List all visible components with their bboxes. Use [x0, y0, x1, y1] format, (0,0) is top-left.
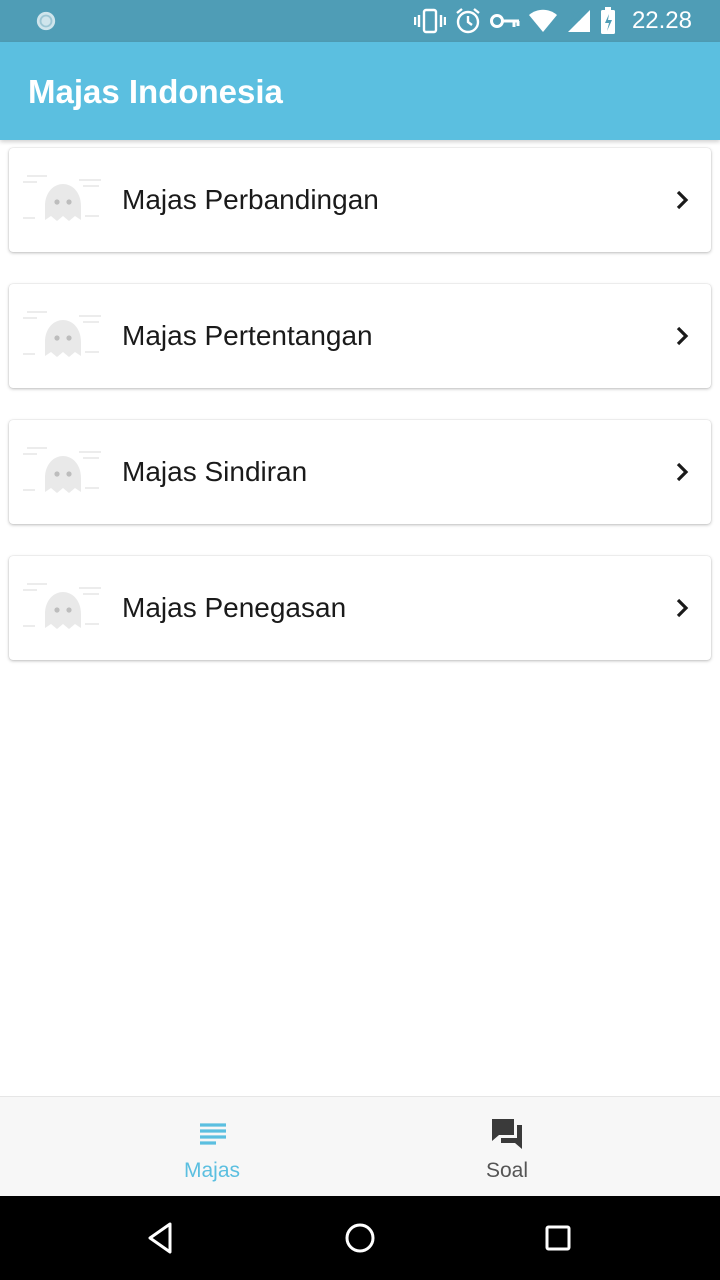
tab-soal[interactable]: Soal [407, 1097, 607, 1197]
bottom-navigation: Majas Soal [0, 1096, 720, 1196]
status-time: 22.28 [631, 7, 692, 34]
tab-majas[interactable]: Majas [112, 1097, 312, 1197]
home-icon[interactable] [340, 1218, 380, 1258]
system-navigation-bar [0, 1196, 720, 1280]
chevron-right-icon [676, 326, 689, 346]
list-item-pertentangan[interactable]: Majas Pertentangan [9, 284, 711, 388]
list-item-perbandingan[interactable]: Majas Perbandingan [9, 148, 711, 252]
list-item-label: Majas Penegasan [122, 592, 347, 623]
recents-icon[interactable] [538, 1218, 578, 1258]
battery-icon [600, 7, 616, 35]
list-item-label: Majas Pertentangan [122, 320, 373, 351]
ghost-icon [23, 311, 101, 357]
alarm-icon [454, 7, 482, 35]
ghost-icon [23, 175, 101, 221]
page-title: Majas Indonesia [28, 73, 283, 110]
wifi-icon [528, 7, 558, 35]
notification-icon [36, 11, 56, 31]
tab-majas-label: Majas [183, 1159, 241, 1182]
forum-icon [492, 1119, 522, 1149]
list-item-label: Majas Perbandingan [122, 184, 379, 215]
vpn-key-icon [490, 7, 520, 35]
list-item-penegasan[interactable]: Majas Penegasan [9, 556, 711, 660]
list-item-sindiran[interactable]: Majas Sindiran [9, 420, 711, 524]
app-bar: Majas Indonesia [0, 42, 720, 140]
chevron-right-icon [676, 190, 689, 210]
ghost-icon [23, 583, 101, 629]
ghost-icon [23, 447, 101, 493]
back-icon[interactable] [140, 1218, 180, 1258]
chevron-right-icon [676, 462, 689, 482]
vibrate-icon [414, 7, 446, 35]
tab-soal-label: Soal [485, 1159, 529, 1182]
signal-icon [566, 7, 592, 35]
status-icons [414, 7, 616, 35]
list-icon [200, 1123, 226, 1145]
status-bar: 22.28 [0, 0, 720, 42]
chevron-right-icon [676, 598, 689, 618]
list-item-label: Majas Sindiran [122, 456, 308, 487]
